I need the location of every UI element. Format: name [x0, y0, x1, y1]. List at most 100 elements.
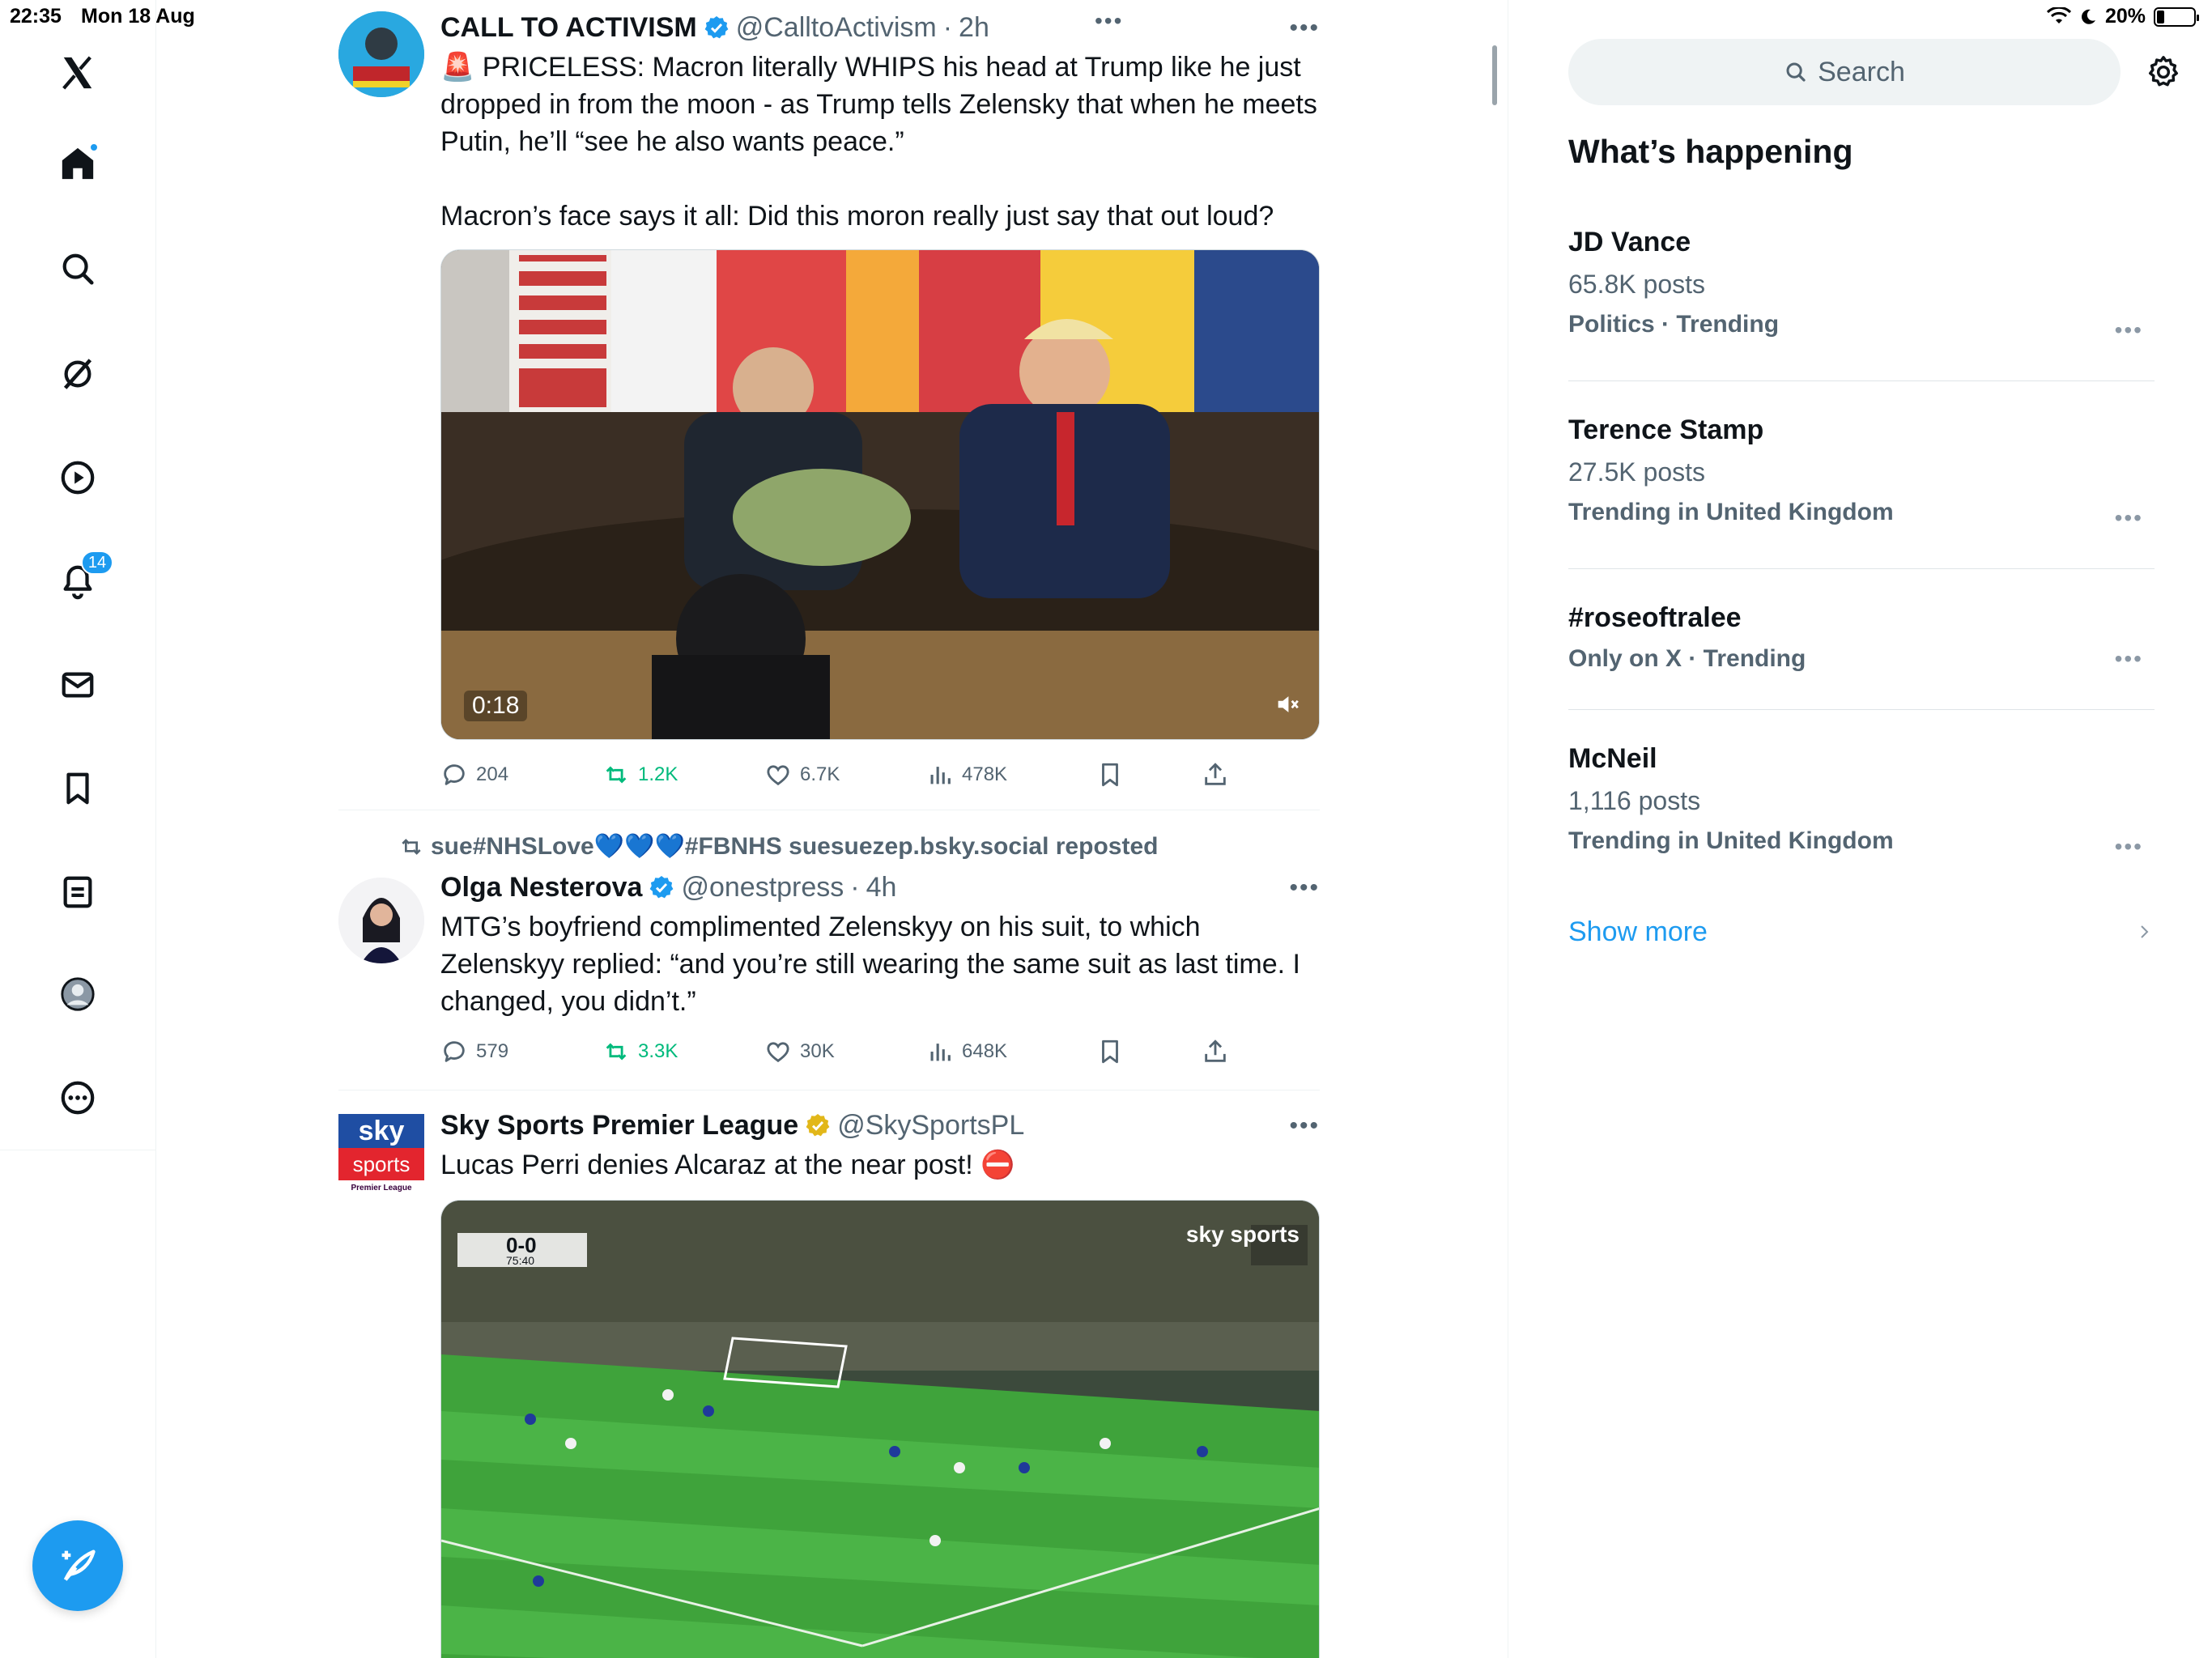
- whats-happening-title: What’s happening: [1568, 133, 1853, 170]
- reply-button[interactable]: 579: [440, 1031, 508, 1072]
- gold-verified-badge-icon: [806, 1114, 830, 1137]
- trend-item[interactable]: JD Vance 65.8K posts Politics · Trending…: [1568, 227, 2155, 342]
- author-handle[interactable]: @SkySportsPL: [837, 1110, 1024, 1141]
- repost-count: 1.2K: [638, 763, 678, 785]
- author-handle[interactable]: @CalltoActivism: [736, 12, 937, 44]
- trend-posts: 1,116 posts: [1568, 786, 1701, 815]
- avatar-brand-bottom: sports: [338, 1148, 424, 1180]
- tweet-card[interactable]: sky sports Premier League Sky Sports Pre…: [338, 1106, 1320, 1658]
- trend-divider: [1568, 568, 2155, 569]
- repost-icon: [606, 766, 627, 784]
- more-options-icon[interactable]: •••: [1289, 874, 1320, 902]
- search-input[interactable]: Search: [1568, 39, 2121, 105]
- gear-icon[interactable]: [2145, 53, 2182, 91]
- repost-count: 3.3K: [638, 1040, 678, 1062]
- timeline-scrollbar[interactable]: [1492, 45, 1497, 105]
- views-button[interactable]: 478K: [926, 755, 1007, 795]
- reply-count: 579: [476, 1040, 509, 1062]
- tweet-card[interactable]: Olga Nesterova @onestpress · 4h ••• MTG’…: [338, 868, 1320, 1086]
- separator-dot: ·: [942, 11, 953, 43]
- trend-item[interactable]: #roseoftralee Only on X · Trending •••: [1568, 602, 2155, 673]
- views-count: 648K: [962, 1040, 1008, 1062]
- tweet-card[interactable]: CALL TO ACTIVISM @CalltoActivism · 2h ••…: [338, 8, 1320, 810]
- trend-category: Only on X · Trending: [1568, 645, 1806, 672]
- play-icon: [61, 461, 95, 495]
- tweet-actions: 204 1.2K 6.7K 478K: [440, 755, 1320, 795]
- mail-icon: [62, 672, 94, 698]
- trend-more-icon[interactable]: •••: [2115, 646, 2143, 672]
- match-clock-overlay: 75:40: [506, 1254, 535, 1267]
- video-timer: 0:18: [464, 691, 528, 721]
- trend-more-icon[interactable]: •••: [2115, 317, 2143, 343]
- trend-name: Terence Stamp: [1568, 414, 1764, 445]
- repost-button[interactable]: 3.3K: [602, 1031, 678, 1072]
- bookmark-icon: [66, 772, 89, 805]
- trend-posts: 27.5K posts: [1568, 457, 1705, 487]
- author-handle[interactable]: @onestpress: [681, 872, 844, 903]
- nav-lists[interactable]: [53, 868, 102, 916]
- list-icon: [63, 876, 92, 908]
- left-nav: 14: [0, 0, 156, 1658]
- show-more-link[interactable]: Show more: [1568, 916, 1708, 948]
- more-options-icon[interactable]: •••: [1289, 1112, 1320, 1140]
- nav-more[interactable]: [53, 1073, 102, 1122]
- nav-messages[interactable]: [53, 661, 102, 709]
- trend-category: Trending in United Kingdom: [1568, 499, 1894, 525]
- search-icon: [62, 253, 94, 285]
- nav-profile[interactable]: [53, 970, 102, 1018]
- tweet-actions: 579 3.3K 30K 648K: [440, 1031, 1320, 1072]
- repost-icon: [606, 1043, 627, 1061]
- nav-bookmarks[interactable]: [53, 764, 102, 813]
- trend-more-icon[interactable]: •••: [2115, 505, 2143, 531]
- nav-home[interactable]: [53, 139, 102, 188]
- bookmark-icon: [1102, 763, 1118, 787]
- nav-notifications[interactable]: 14: [53, 551, 113, 606]
- repost-button[interactable]: 1.2K: [602, 755, 678, 795]
- profile-avatar-icon: [61, 977, 95, 1011]
- tweet-text: Lucas Perri denies Alcaraz at the near p…: [440, 1150, 1015, 1180]
- trend-category: Trending in United Kingdom: [1568, 827, 1894, 854]
- share-button[interactable]: [1202, 1031, 1229, 1072]
- nav-explore[interactable]: [53, 244, 102, 293]
- compose-button[interactable]: [32, 1520, 123, 1611]
- repost-attribution[interactable]: sue#NHSLove💙💙💙#FBNHS suesuezep.bsky.soci…: [398, 832, 1158, 861]
- x-logo-icon[interactable]: [53, 49, 102, 97]
- avatar-brand-top: sky: [338, 1114, 424, 1148]
- top-dots-indicator: •••: [1095, 8, 1124, 33]
- views-count: 478K: [962, 763, 1008, 785]
- author-name[interactable]: Olga Nesterova: [440, 872, 642, 903]
- share-icon: [1205, 763, 1226, 785]
- nav-videos[interactable]: [53, 453, 102, 502]
- avatar[interactable]: sky sports Premier League: [338, 1114, 424, 1200]
- reply-button[interactable]: 204: [440, 755, 508, 795]
- trend-more-icon[interactable]: •••: [2115, 834, 2143, 860]
- tweet-video[interactable]: 0-0 75:40 sky sports: [440, 1200, 1320, 1658]
- bookmark-button[interactable]: [1096, 1031, 1124, 1072]
- verified-badge-icon: [704, 16, 729, 39]
- tweet-time[interactable]: 2h: [959, 12, 989, 44]
- views-chart-icon: [930, 1044, 951, 1061]
- like-button[interactable]: 30K: [764, 1031, 835, 1072]
- share-button[interactable]: [1202, 755, 1229, 795]
- avatar[interactable]: [338, 878, 424, 963]
- avatar[interactable]: [338, 11, 424, 97]
- mute-icon[interactable]: [1274, 691, 1301, 718]
- like-count: 30K: [800, 1040, 835, 1062]
- tweet-video[interactable]: 0:18: [440, 249, 1320, 740]
- bookmark-button[interactable]: [1096, 755, 1124, 795]
- chevron-right-icon[interactable]: [2135, 920, 2155, 944]
- trend-item[interactable]: Terence Stamp 27.5K posts Trending in Un…: [1568, 414, 2155, 530]
- heart-icon: [767, 765, 789, 786]
- author-name[interactable]: CALL TO ACTIVISM: [440, 12, 697, 44]
- trend-name: #roseoftralee: [1568, 602, 1742, 633]
- like-button[interactable]: 6.7K: [764, 755, 840, 795]
- nav-grok[interactable]: [53, 350, 102, 398]
- share-icon: [1205, 1039, 1226, 1062]
- trend-item[interactable]: McNeil 1,116 posts Trending in United Ki…: [1568, 743, 2155, 859]
- views-button[interactable]: 648K: [926, 1031, 1007, 1072]
- tweet-text: MTG’s boyfriend complimented Zelenskyy o…: [440, 912, 1308, 1017]
- more-options-icon[interactable]: •••: [1289, 15, 1320, 42]
- tweet-time[interactable]: 4h: [866, 872, 897, 903]
- author-name[interactable]: Sky Sports Premier League: [440, 1110, 798, 1141]
- video-thumbnail: [441, 1201, 1319, 1658]
